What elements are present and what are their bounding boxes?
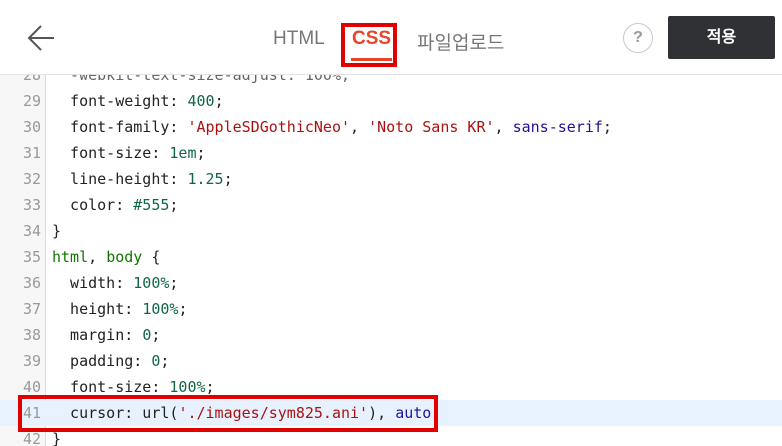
code-token: sans-serif [512, 118, 603, 136]
code-token: width: [52, 274, 134, 292]
code-token: font-size: [52, 144, 170, 162]
code-token: margin: [52, 326, 143, 344]
code-text: font-family: 'AppleSDGothicNeo', 'Noto S… [52, 114, 612, 140]
code-token: ; [178, 300, 188, 318]
code-token: ; [169, 274, 179, 292]
code-line[interactable]: 33 color: #555; [0, 192, 782, 218]
code-token: ; [151, 326, 161, 344]
code-text: -webkit-text-size-adjust: 100%; [52, 75, 350, 88]
line-number: 36 [22, 274, 41, 292]
code-token: 1em [169, 144, 197, 162]
code-token: ; [169, 196, 179, 214]
code-token: color: [52, 196, 134, 214]
code-line[interactable]: 31 font-size: 1em; [0, 140, 782, 166]
line-number: 28 [22, 75, 41, 84]
code-token: ; [214, 92, 224, 110]
code-token: 0 [142, 326, 152, 344]
code-token: } [52, 430, 62, 446]
line-number: 37 [22, 300, 41, 318]
line-number: 35 [22, 248, 41, 266]
code-token: padding: [52, 352, 152, 370]
code-token: html [52, 248, 89, 266]
code-line[interactable]: 36 width: 100%; [0, 270, 782, 296]
code-text: margin: 0; [52, 322, 160, 348]
code-text: } [52, 218, 61, 244]
code-text: height: 100%; [52, 296, 187, 322]
code-token: { [142, 248, 161, 266]
code-token: font-weight: [52, 92, 188, 110]
code-token: , [88, 248, 107, 266]
code-line[interactable]: 34} [0, 218, 782, 244]
code-token: -webkit-text-size-adjust: 100%; [52, 75, 351, 84]
code-token: ; [205, 378, 215, 396]
code-text: line-height: 1.25; [52, 166, 233, 192]
code-line[interactable]: 29 font-weight: 400; [0, 88, 782, 114]
css-tab-highlight-box [341, 23, 397, 67]
line-number: 33 [22, 196, 41, 214]
code-token: 'Noto Sans KR' [368, 118, 495, 136]
code-text: html, body { [52, 244, 160, 270]
code-token: height: [52, 300, 143, 318]
code-line[interactable]: 32 line-height: 1.25; [0, 166, 782, 192]
code-token: #555 [133, 196, 170, 214]
code-token: body [106, 248, 143, 266]
code-token: line-height: [52, 170, 188, 188]
code-editor[interactable]: 28 -webkit-text-size-adjust: 100%; 29 fon… [0, 75, 782, 446]
code-token: font-size: [52, 378, 170, 396]
line-number: 32 [22, 170, 41, 188]
line-number: 30 [22, 118, 41, 136]
code-token: ; [602, 118, 612, 136]
code-token: 100% [142, 300, 179, 318]
code-line[interactable]: 38 margin: 0; [0, 322, 782, 348]
apply-button[interactable]: 적용 [668, 16, 775, 59]
code-token: ; [160, 352, 170, 370]
code-token: 100% [133, 274, 170, 292]
code-text: font-size: 1em; [52, 140, 206, 166]
code-line[interactable]: 28 -webkit-text-size-adjust: 100%; [0, 75, 782, 88]
line-number: 39 [22, 352, 41, 370]
code-text: padding: 0; [52, 348, 169, 374]
tab-html[interactable]: HTML [273, 28, 325, 50]
code-token: ; [223, 170, 233, 188]
code-text: font-weight: 400; [52, 88, 224, 114]
code-token: , [494, 118, 513, 136]
code-token: 400 [187, 92, 215, 110]
code-text: width: 100%; [52, 270, 178, 296]
code-text: color: #555; [52, 192, 178, 218]
line-number: 38 [22, 326, 41, 344]
line-number: 34 [22, 222, 41, 240]
top-bar: HTML CSS 파일업로드 ? 적용 [0, 0, 782, 75]
code-token: 100% [169, 378, 206, 396]
code-token: } [52, 222, 62, 240]
code-line[interactable]: 30 font-family: 'AppleSDGothicNeo', 'Not… [0, 114, 782, 140]
code-line[interactable]: 35 html, body { [0, 244, 782, 270]
help-button[interactable]: ? [623, 23, 653, 53]
code-line[interactable]: 37 height: 100%; [0, 296, 782, 322]
code-line[interactable]: 39 padding: 0; [0, 348, 782, 374]
code-token: font-family: [52, 118, 188, 136]
cursor-line-highlight-box [18, 395, 438, 432]
tab-file-upload[interactable]: 파일업로드 [417, 28, 504, 55]
line-number: 31 [22, 144, 41, 162]
line-number: 29 [22, 92, 41, 110]
code-token: 'AppleSDGothicNeo' [187, 118, 351, 136]
code-token: , [350, 118, 369, 136]
code-token: 1.25 [187, 170, 224, 188]
code-token: ; [196, 144, 206, 162]
